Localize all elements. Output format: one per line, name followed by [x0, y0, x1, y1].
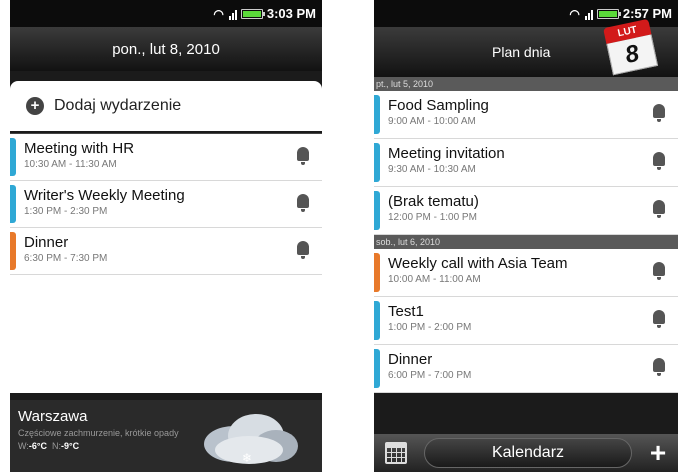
event-title: Weekly call with Asia Team: [388, 255, 568, 272]
bell-icon: [652, 310, 666, 328]
bottom-toolbar: Kalendarz +: [374, 434, 678, 472]
agenda-title: Plan dnia: [492, 44, 551, 60]
event-item[interactable]: Writer's Weekly Meeting 1:30 PM - 2:30 P…: [10, 181, 322, 228]
calendar-color-bar: [374, 253, 380, 292]
bell-icon: [652, 358, 666, 376]
bell-icon: [652, 262, 666, 280]
calendar-color-bar: [374, 349, 380, 388]
month-view-button[interactable]: [374, 434, 418, 472]
battery-icon: [596, 8, 621, 19]
event-title: Meeting with HR: [24, 140, 135, 157]
bell-icon: [652, 152, 666, 170]
event-list: Meeting with HR 10:30 AM - 11:30 AM Writ…: [10, 133, 322, 393]
phone-left-screen: ◠ 3:03 PM pon., lut 8, 2010 + Dodaj wyda…: [10, 0, 322, 472]
calendar-color-bar: [374, 95, 380, 134]
event-item[interactable]: Weekly call with Asia Team 10:00 AM - 11…: [374, 249, 678, 297]
event-time: 12:00 PM - 1:00 PM: [388, 212, 477, 223]
high-temp: -6°C: [28, 441, 47, 451]
weather-widget[interactable]: Warszawa Częściowe zachmurzenie, krótkie…: [10, 400, 322, 472]
calendar-color-bar: [10, 138, 16, 176]
event-item[interactable]: Meeting with HR 10:30 AM - 11:30 AM: [10, 134, 322, 181]
signal-icon: [584, 8, 593, 20]
calendar-color-bar: [374, 143, 380, 182]
low-temp: -9°C: [60, 441, 80, 451]
calendar-grid-icon: [385, 442, 407, 464]
calendar-color-bar: [10, 232, 16, 270]
event-time: 10:30 AM - 11:30 AM: [24, 159, 117, 170]
add-event-button[interactable]: + Dodaj wydarzenie: [10, 81, 322, 131]
day-separator: pt., lut 5, 2010: [374, 77, 678, 91]
event-item[interactable]: Dinner 6:00 PM - 7:00 PM: [374, 345, 678, 393]
bell-icon: [652, 104, 666, 122]
event-time: 9:30 AM - 10:30 AM: [388, 164, 476, 175]
event-time: 1:00 PM - 2:00 PM: [388, 322, 472, 333]
agenda-header: Plan dnia LUT 8: [374, 18, 678, 77]
event-item[interactable]: Food Sampling 9:00 AM - 10:00 AM: [374, 91, 678, 139]
event-title: Meeting invitation: [388, 145, 505, 162]
event-title: Dinner: [24, 234, 69, 251]
event-item[interactable]: Meeting invitation 9:30 AM - 10:30 AM: [374, 139, 678, 187]
calendar-color-bar: [374, 191, 380, 230]
event-time: 6:30 PM - 7:30 PM: [24, 253, 108, 264]
calendar-color-bar: [10, 185, 16, 223]
add-event-label: Dodaj wydarzenie: [54, 97, 182, 114]
event-time: 6:00 PM - 7:00 PM: [388, 370, 472, 381]
plus-icon: +: [26, 97, 44, 115]
bell-icon: [652, 200, 666, 218]
event-item[interactable]: Dinner 6:30 PM - 7:30 PM: [10, 228, 322, 275]
event-title: Food Sampling: [388, 97, 489, 114]
low-temp-label: N:: [51, 441, 61, 451]
bell-icon: [296, 147, 310, 165]
battery-icon: [240, 8, 265, 19]
phone-right-screen: ◠ 2:57 PM Plan dnia LUT 8 pt., lut 5, 20…: [374, 0, 678, 472]
event-time: 9:00 AM - 10:00 AM: [388, 116, 476, 127]
status-bar: ◠ 3:03 PM: [10, 0, 322, 27]
event-time: 1:30 PM - 2:30 PM: [24, 206, 108, 217]
bell-icon: [296, 194, 310, 212]
event-title: Test1: [388, 303, 424, 320]
calendar-color-bar: [374, 301, 380, 340]
event-title: (Brak tematu): [388, 193, 479, 210]
add-event-icon[interactable]: +: [638, 437, 678, 469]
high-temp-label: W:: [18, 441, 29, 451]
cloud-snow-icon: ❄: [204, 414, 298, 465]
signal-icon: [228, 8, 237, 20]
event-title: Writer's Weekly Meeting: [24, 187, 185, 204]
event-list: Food Sampling 9:00 AM - 10:00 AM Meeting…: [374, 91, 678, 235]
event-title: Dinner: [388, 351, 433, 368]
event-time: 10:00 AM - 11:00 AM: [388, 274, 481, 285]
bell-icon: [296, 241, 310, 259]
event-list: Weekly call with Asia Team 10:00 AM - 11…: [374, 249, 678, 393]
event-item[interactable]: (Brak tematu) 12:00 PM - 1:00 PM: [374, 187, 678, 235]
date-header: pon., lut 8, 2010: [10, 27, 322, 71]
wifi-icon: ◠: [569, 6, 580, 21]
svg-text:❄: ❄: [242, 451, 252, 465]
status-time: 3:03 PM: [266, 6, 316, 21]
wifi-icon: ◠: [213, 6, 224, 21]
event-item[interactable]: Test1 1:00 PM - 2:00 PM: [374, 297, 678, 345]
calendar-date-icon[interactable]: LUT 8: [603, 18, 659, 79]
day-separator: sob., lut 6, 2010: [374, 235, 678, 249]
calendar-app-label[interactable]: Kalendarz: [424, 438, 632, 468]
